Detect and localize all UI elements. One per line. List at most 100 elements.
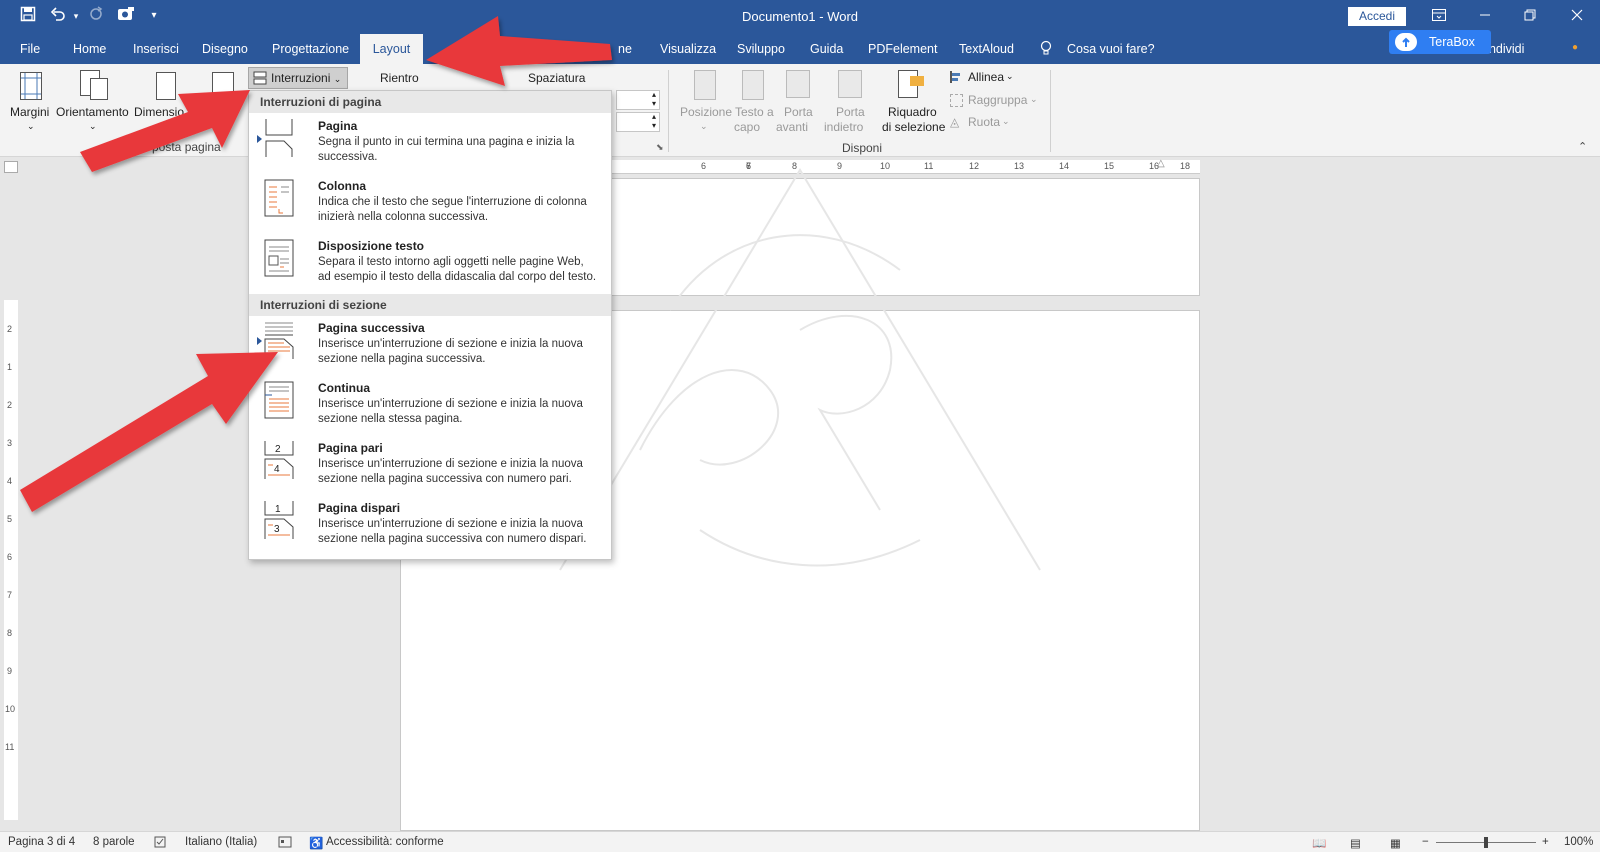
print-layout-icon[interactable]: ▤ — [1350, 836, 1361, 850]
riquadro-label: Riquadro — [888, 105, 937, 119]
menu-item-desc: Inserisce un'interruzione di sezione e i… — [318, 458, 583, 485]
avanti-label: avanti — [776, 120, 809, 134]
accessibility-status[interactable]: Accessibilità: conforme — [326, 836, 444, 848]
menu-item-title: Pagina — [318, 119, 358, 133]
tab-riferimenti-partial[interactable]: ne — [618, 42, 632, 56]
send-backward-icon — [838, 70, 862, 98]
ruler-tick: 4 — [7, 476, 13, 486]
chevron-down-icon: ⌄ — [1002, 116, 1010, 126]
word-count[interactable]: 8 parole — [93, 836, 135, 848]
position-icon — [694, 70, 716, 100]
web-layout-icon[interactable]: ▦ — [1390, 836, 1401, 850]
text-wrapping-break-icon — [264, 239, 294, 277]
tab-selector[interactable] — [4, 161, 18, 173]
zoom-level[interactable]: 100% — [1564, 836, 1593, 848]
align-icon — [950, 71, 962, 83]
menu-item-desc: Inserisce un'interruzione di sezione e i… — [318, 398, 583, 425]
menu-item-pagina-pari[interactable]: 24 Pagina pari Inserisce un'interruzione… — [249, 439, 611, 497]
indietro-label: indietro — [824, 120, 864, 134]
tab-textaloud[interactable]: TextAloud — [959, 42, 1014, 56]
spin-arrows-icon: ▴ ▾ — [651, 112, 656, 130]
ruler-tick: 15 — [1104, 161, 1115, 171]
tell-me-search[interactable]: Cosa vuoi fare? — [1067, 42, 1155, 56]
menu-item-desc: Segna il punto in cui termina una pagina… — [318, 136, 575, 163]
sign-in-button[interactable]: Accedi — [1348, 7, 1406, 26]
collapse-ribbon-icon[interactable]: ⌃ — [1578, 140, 1587, 153]
menu-item-disposizione-testo[interactable]: Disposizione testo Separa il testo intor… — [249, 237, 611, 295]
cloud-icon — [1395, 33, 1417, 51]
spaziatura-prima-input[interactable]: ▴ ▾ — [616, 90, 660, 110]
group-icon — [950, 94, 963, 107]
indent-marker-icon[interactable]: △ — [1157, 158, 1165, 169]
restore-icon[interactable] — [1515, 4, 1545, 28]
bring-forward-icon — [786, 70, 810, 98]
terabox-label: TeraBox — [1429, 35, 1475, 49]
svg-text:4: 4 — [274, 464, 280, 475]
ruler-tick: 1 — [7, 362, 13, 372]
svg-text:1: 1 — [275, 504, 281, 515]
next-page-break-icon — [264, 322, 294, 359]
dimensioni-label: Dimensio — [134, 105, 185, 119]
page-count[interactable]: Pagina 3 di 4 — [8, 836, 75, 848]
menu-item-desc: Indica che il testo che segue l'interruz… — [318, 196, 587, 223]
zoom-slider-thumb[interactable] — [1484, 837, 1488, 848]
menu-item-continua[interactable]: Continua Inserisce un'interruzione di se… — [249, 379, 611, 437]
margini-label: Margini — [10, 105, 50, 119]
zoom-out-icon[interactable]: − — [1422, 836, 1429, 848]
menu-item-pagina[interactable]: Pagina Segna il punto in cui termina una… — [249, 117, 611, 175]
ribbon-display-icon[interactable] — [1424, 4, 1454, 28]
status-bar: Pagina 3 di 4 8 parole Italiano (Italia)… — [0, 831, 1600, 852]
orientamento-label: Orientamento — [56, 105, 129, 119]
tab-inserisci[interactable]: Inserisci — [133, 42, 179, 56]
tab-visualizza[interactable]: Visualizza — [660, 42, 716, 56]
menu-item-desc: Inserisce un'interruzione di sezione e i… — [318, 518, 587, 545]
tab-guida[interactable]: Guida — [810, 42, 843, 56]
menu-header-page-breaks: Interruzioni di pagina — [249, 91, 611, 113]
di-selezione-label: di selezione — [882, 120, 946, 134]
interruzioni-label: Interruzioni — [271, 71, 331, 85]
porta-label: Porta — [836, 105, 865, 119]
svg-text:3: 3 — [274, 524, 280, 535]
menu-header-section-breaks: Interruzioni di sezione — [249, 294, 611, 316]
tab-sviluppo[interactable]: Sviluppo — [737, 42, 785, 56]
spaziatura-label: Spaziatura — [528, 71, 586, 85]
imposta-pagina-group-label: posta pagina — [152, 140, 221, 154]
tab-home[interactable]: Home — [73, 42, 106, 56]
arrow-to-pagina-successiva — [20, 352, 278, 512]
read-mode-icon[interactable]: 📖 — [1312, 836, 1326, 850]
macro-icon[interactable] — [278, 836, 292, 851]
tab-progettazione[interactable]: Progettazione — [272, 42, 349, 56]
posizione-label: Posizione — [680, 105, 733, 119]
chevron-down-icon: ⌄ — [333, 74, 342, 84]
proofing-icon[interactable] — [154, 836, 168, 851]
page-break-icon — [265, 119, 293, 157]
zoom-in-icon[interactable]: + — [1542, 836, 1549, 848]
menu-item-colonna[interactable]: Colonna Indica che il testo che segue l'… — [249, 177, 611, 235]
raggruppa-label: Raggruppa — [968, 93, 1028, 107]
tab-file[interactable]: File — [20, 42, 40, 56]
group-separator — [1050, 70, 1051, 152]
page-size-icon — [156, 72, 176, 100]
ruler-tick: 10 — [5, 704, 16, 714]
terabox-badge[interactable]: TeraBox — [1389, 30, 1491, 54]
accessibility-icon: ♿ — [309, 838, 324, 850]
svg-text:2: 2 — [275, 444, 281, 455]
chevron-down-icon: ⌄ — [1006, 71, 1014, 81]
menu-item-pagina-successiva[interactable]: Pagina successiva Inserisce un'interruzi… — [249, 319, 611, 377]
submenu-marker-icon — [257, 135, 262, 143]
menu-item-desc: Inserisce un'interruzione di sezione e i… — [318, 338, 583, 365]
vertical-ruler[interactable]: 2 1 2 3 4 5 6 7 8 9 10 11 — [4, 300, 18, 820]
tab-layout[interactable]: Layout — [360, 34, 423, 64]
minimize-icon[interactable] — [1470, 4, 1500, 28]
ribbon: Margini ⌄ Orientamento ⌄ Dimensio Interr… — [0, 64, 1600, 157]
close-icon[interactable] — [1562, 4, 1592, 28]
menu-item-pagina-dispari[interactable]: 13 Pagina dispari Inserisce un'interruzi… — [249, 499, 611, 557]
interruzioni-button[interactable]: Interruzioni ⌄ — [248, 67, 348, 89]
interruzioni-menu: Interruzioni di pagina Pagina Segna il p… — [248, 90, 612, 560]
tab-pdfelement[interactable]: PDFelement — [868, 42, 937, 56]
ribbon-tabs: File Home Inserisci Disegno Progettazion… — [0, 33, 1600, 64]
spaziatura-dopo-input[interactable]: ▴ ▾ — [616, 112, 660, 132]
tab-disegno[interactable]: Disegno — [202, 42, 248, 56]
columns-icon[interactable] — [212, 72, 234, 96]
language[interactable]: Italiano (Italia) — [185, 836, 257, 848]
